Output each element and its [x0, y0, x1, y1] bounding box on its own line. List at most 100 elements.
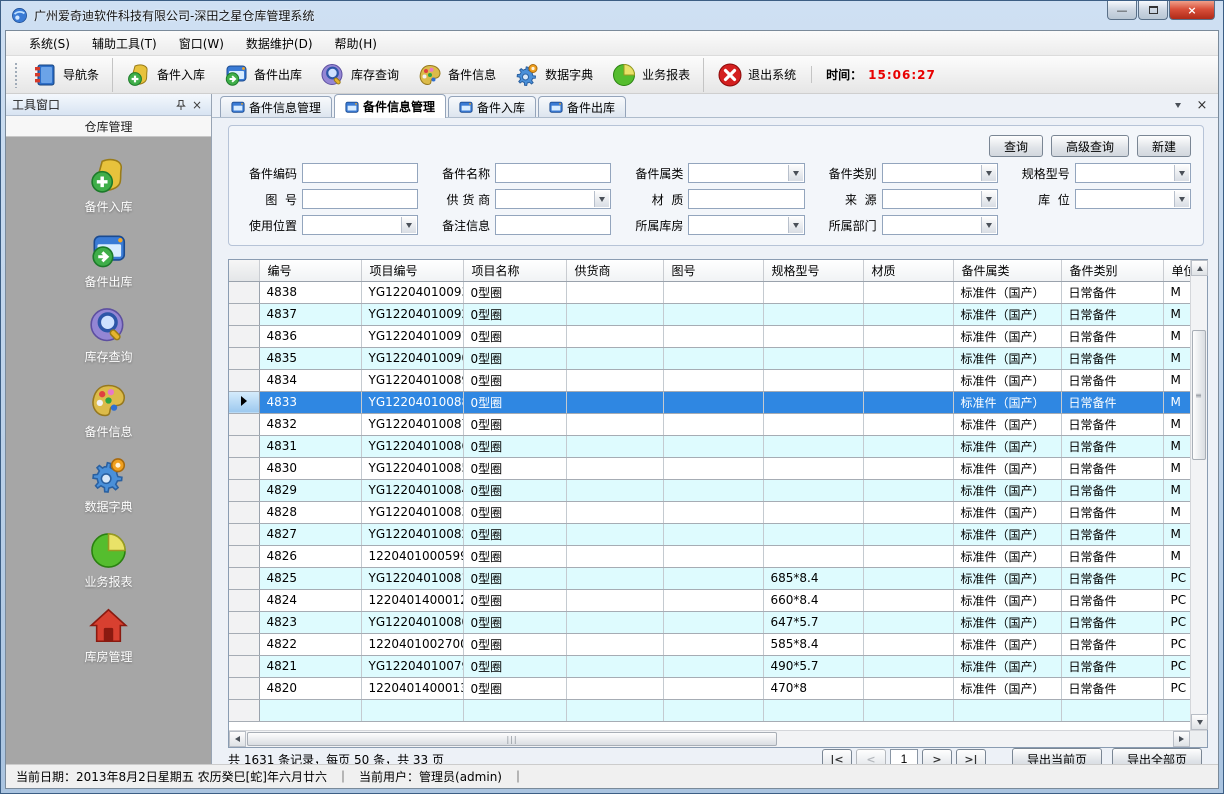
row-selector-cell[interactable]	[229, 325, 259, 347]
vertical-scrollbar[interactable]: ≡	[1190, 260, 1207, 730]
scroll-down-icon[interactable]	[1191, 714, 1208, 730]
table-row[interactable]: 4833 YG12204010088 0型圈 标准件（国	[229, 391, 1190, 413]
tab-list-dropdown-icon[interactable]	[1170, 97, 1186, 113]
maximize-button[interactable]	[1138, 1, 1168, 20]
chevron-down-icon[interactable]	[401, 217, 416, 233]
horizontal-scroll-thumb[interactable]: |||	[247, 732, 777, 746]
chevron-down-icon[interactable]	[981, 191, 996, 207]
menu-item[interactable]: 系统(S)	[18, 31, 81, 56]
row-selector-cell[interactable]	[229, 611, 259, 633]
table-row[interactable]: 4837 YG12204010092 0型圈 标准件（国	[229, 303, 1190, 325]
menu-item[interactable]: 辅助工具(T)	[81, 31, 168, 56]
form-action-button[interactable]: 查询	[989, 135, 1043, 157]
row-selector-cell[interactable]	[229, 633, 259, 655]
field-input[interactable]	[882, 215, 998, 235]
toolbar-button[interactable]: 备件入库	[112, 58, 214, 92]
table-row[interactable]: 4829 YG12204010084 0型圈 标准件（国	[229, 479, 1190, 501]
field-input[interactable]	[302, 189, 418, 209]
menu-item[interactable]: 帮助(H)	[324, 31, 388, 56]
field-input[interactable]	[688, 163, 804, 183]
field-input[interactable]	[302, 215, 418, 235]
row-selector-cell[interactable]	[229, 435, 259, 457]
pin-icon[interactable]	[173, 97, 189, 113]
row-selector-cell[interactable]	[229, 347, 259, 369]
column-header[interactable]: 材质	[863, 260, 953, 281]
row-selector-cell[interactable]	[229, 545, 259, 567]
field-input[interactable]	[302, 163, 418, 183]
table-row[interactable]: 4824 1220401400012 0型圈 660*8.4	[229, 589, 1190, 611]
chevron-down-icon[interactable]	[594, 191, 609, 207]
row-selector-cell[interactable]	[229, 567, 259, 589]
toolbar-button[interactable]: 库存查询	[311, 58, 408, 92]
column-header[interactable]: 规格型号	[763, 260, 863, 281]
chevron-down-icon[interactable]	[981, 217, 996, 233]
sidebar-item[interactable]: 库房管理	[84, 605, 132, 665]
field-input[interactable]	[1075, 189, 1191, 209]
close-button[interactable]: ×	[1169, 1, 1215, 20]
chevron-down-icon[interactable]	[1174, 165, 1189, 181]
table-row[interactable]: 4834 YG12204010089 0型圈 标准件（国	[229, 369, 1190, 391]
sidebar-item[interactable]: 库存查询	[84, 305, 132, 365]
row-selector-cell[interactable]	[229, 413, 259, 435]
toolbar-button[interactable]: 数据字典	[505, 58, 602, 92]
column-header[interactable]: 单位	[1163, 260, 1190, 281]
row-selector-cell[interactable]	[229, 655, 259, 677]
row-selector-cell[interactable]	[229, 677, 259, 699]
toolbar-button[interactable]: 业务报表	[602, 58, 699, 92]
table-row[interactable]: 4821 YG12204010079 0型圈 490*5.7	[229, 655, 1190, 677]
close-icon[interactable]: ×	[189, 97, 205, 113]
row-selector-cell[interactable]	[229, 391, 259, 413]
field-input[interactable]	[882, 189, 998, 209]
table-row[interactable]: 4838 YG12204010093 0型圈 标准件（国	[229, 281, 1190, 303]
minimize-button[interactable]: —	[1107, 1, 1137, 20]
table-row[interactable]: 4832 YG12204010087 0型圈 标准件（国	[229, 413, 1190, 435]
toolbar-button[interactable]: 导航条	[23, 58, 108, 92]
table-row[interactable]: 4831 YG12204010086 0型圈 标准件（国	[229, 435, 1190, 457]
row-selector-cell[interactable]	[229, 699, 259, 721]
scroll-right-icon[interactable]	[1173, 731, 1190, 747]
column-header[interactable]: 编号	[259, 260, 361, 281]
row-selector-cell[interactable]	[229, 281, 259, 303]
form-action-button[interactable]: 高级查询	[1051, 135, 1129, 157]
column-header[interactable]: 图号	[663, 260, 763, 281]
table-row[interactable]	[229, 699, 1190, 721]
tab[interactable]: 备件信息管理	[220, 96, 332, 117]
chevron-down-icon[interactable]	[981, 165, 996, 181]
table-row[interactable]: 4835 YG12204010090 0型圈 标准件（国	[229, 347, 1190, 369]
sidebar-item[interactable]: 备件入库	[84, 155, 132, 215]
row-selector-cell[interactable]	[229, 501, 259, 523]
form-action-button[interactable]: 新建	[1137, 135, 1191, 157]
table-row[interactable]: 4823 YG12204010080 0型圈 647*5.7	[229, 611, 1190, 633]
menu-item[interactable]: 窗口(W)	[168, 31, 235, 56]
chevron-down-icon[interactable]	[788, 165, 803, 181]
toolbar-button[interactable]: 退出系统	[703, 58, 805, 92]
sidebar-item[interactable]: 备件出库	[84, 230, 132, 290]
sidebar-item[interactable]: 备件信息	[84, 380, 132, 440]
chevron-down-icon[interactable]	[1174, 191, 1189, 207]
tab[interactable]: 备件入库	[448, 96, 536, 117]
field-input[interactable]	[688, 215, 804, 235]
field-input[interactable]	[495, 215, 611, 235]
field-input[interactable]	[1075, 163, 1191, 183]
field-input[interactable]	[495, 163, 611, 183]
column-header[interactable]: 供货商	[566, 260, 663, 281]
column-header[interactable]: 备件属类	[953, 260, 1061, 281]
chevron-down-icon[interactable]	[788, 217, 803, 233]
column-header[interactable]: 项目编号	[361, 260, 463, 281]
table-row[interactable]: 4825 YG12204010081 0型圈 685*8.4	[229, 567, 1190, 589]
row-selector-cell[interactable]	[229, 369, 259, 391]
table-row[interactable]: 4836 YG12204010091 0型圈 标准件（国	[229, 325, 1190, 347]
tab[interactable]: 备件出库	[538, 96, 626, 117]
table-row[interactable]: 4827 YG12204010082 0型圈 标准件（国	[229, 523, 1190, 545]
menu-item[interactable]: 数据维护(D)	[235, 31, 324, 56]
row-selector-cell[interactable]	[229, 303, 259, 325]
toolbar-button[interactable]: 备件出库	[214, 58, 311, 92]
sidebar-item[interactable]: 业务报表	[84, 530, 132, 590]
tab[interactable]: 备件信息管理	[334, 94, 446, 118]
field-input[interactable]	[495, 189, 611, 209]
horizontal-scrollbar[interactable]: |||	[229, 730, 1190, 747]
field-input[interactable]	[688, 189, 804, 209]
column-header[interactable]: 备件类别	[1061, 260, 1163, 281]
vertical-scroll-thumb[interactable]: ≡	[1192, 330, 1206, 460]
toolbar-grip[interactable]	[14, 62, 19, 88]
